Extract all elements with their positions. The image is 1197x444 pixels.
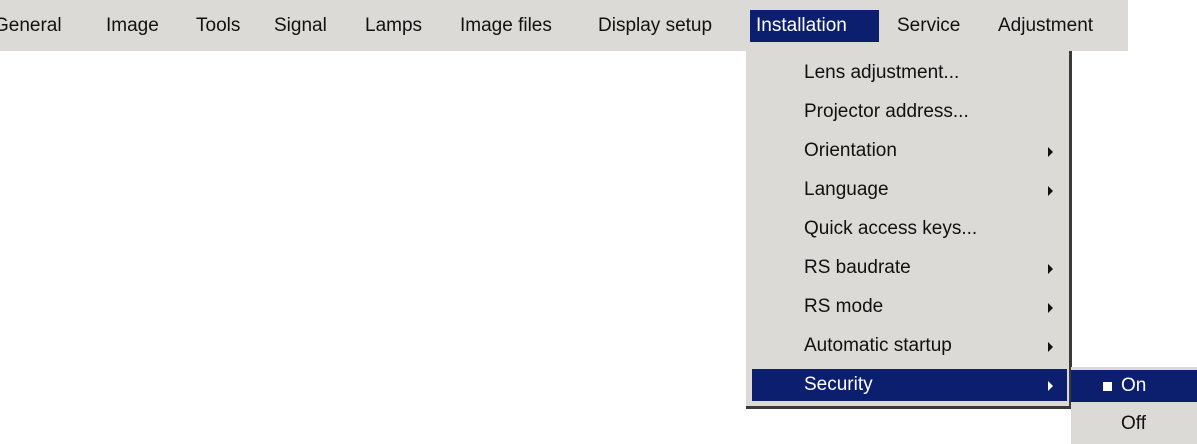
menu-tools[interactable]: Tools	[190, 10, 246, 42]
submenu-item-on[interactable]: On	[1071, 370, 1197, 402]
menu-item-lens-adjustment[interactable]: Lens adjustment...	[752, 57, 1067, 89]
menu-item-label: Automatic startup	[804, 335, 952, 356]
submenu-arrow-icon	[1048, 186, 1053, 196]
menu-item-label: Lens adjustment...	[804, 62, 960, 83]
menu-item-rs-mode[interactable]: RS mode	[752, 291, 1067, 323]
menu-display-setup[interactable]: Display setup	[592, 10, 718, 42]
menu-item-quick-access-keys[interactable]: Quick access keys...	[752, 213, 1067, 245]
menu-item-label: Orientation	[804, 140, 897, 161]
menu-item-label: Quick access keys...	[804, 218, 978, 239]
menu-lamps[interactable]: Lamps	[359, 10, 428, 42]
menu-item-security[interactable]: Security	[752, 369, 1067, 401]
menu-signal[interactable]: Signal	[268, 10, 333, 42]
submenu-arrow-icon	[1048, 342, 1053, 352]
security-submenu: On Off	[1071, 367, 1197, 444]
submenu-item-label: On	[1121, 375, 1147, 396]
menu-general[interactable]: General	[0, 10, 68, 42]
submenu-arrow-icon	[1048, 147, 1053, 157]
menu-item-label: RS mode	[804, 296, 884, 317]
menu-image[interactable]: Image	[100, 10, 165, 42]
menu-item-label: Projector address...	[804, 101, 969, 122]
submenu-item-off[interactable]: Off	[1071, 408, 1197, 440]
submenu-arrow-icon	[1048, 264, 1053, 274]
menu-adjustment[interactable]: Adjustment	[992, 10, 1099, 42]
menu-item-label: Language	[804, 179, 889, 200]
menu-item-automatic-startup[interactable]: Automatic startup	[752, 330, 1067, 362]
menu-item-label: RS baudrate	[804, 257, 911, 278]
checked-square-icon	[1103, 382, 1112, 391]
menu-item-projector-address[interactable]: Projector address...	[752, 96, 1067, 128]
submenu-arrow-icon	[1048, 303, 1053, 313]
menu-service[interactable]: Service	[891, 10, 966, 42]
menu-item-orientation[interactable]: Orientation	[752, 135, 1067, 167]
menu-item-language[interactable]: Language	[752, 174, 1067, 206]
submenu-item-label: Off	[1121, 413, 1146, 434]
menu-item-rs-baudrate[interactable]: RS baudrate	[752, 252, 1067, 284]
menu-item-label: Security	[804, 374, 873, 395]
menu-image-files[interactable]: Image files	[454, 10, 558, 42]
submenu-arrow-icon	[1048, 381, 1053, 391]
installation-dropdown: Lens adjustment... Projector address... …	[746, 51, 1072, 409]
menu-installation[interactable]: Installation	[750, 10, 879, 42]
menu-bar: General Image Tools Signal Lamps Image f…	[0, 0, 1128, 51]
